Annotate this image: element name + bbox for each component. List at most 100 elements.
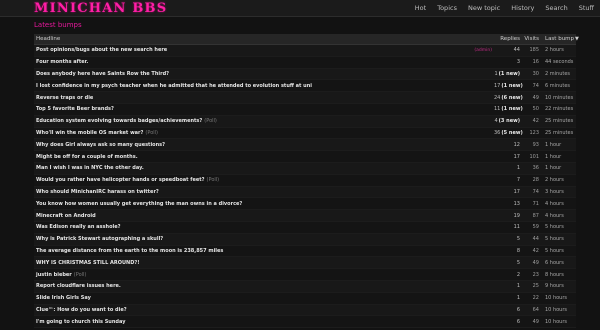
replies-cell: 17(1 new) bbox=[494, 83, 523, 89]
topic-link[interactable]: Four months after. bbox=[36, 59, 88, 65]
replies-cell: 1 bbox=[494, 165, 523, 171]
topic-link[interactable]: I lost confidence in my psych teacher wh… bbox=[36, 83, 312, 89]
topic-link[interactable]: Report cloudflare issues here. bbox=[36, 283, 121, 289]
visits-cell: 87 bbox=[532, 212, 539, 219]
col-last-bump[interactable]: Last bump▼ bbox=[541, 36, 579, 42]
replies-cell: 8 bbox=[494, 248, 523, 254]
site-logo[interactable]: MINICHAN BBS bbox=[34, 0, 167, 17]
replies-cell: 24(6 new) bbox=[494, 95, 523, 101]
visits-cell: 25 bbox=[532, 283, 539, 290]
nav-hot[interactable]: Hot bbox=[415, 0, 426, 17]
topic-link[interactable]: Slide Irish Girls Say bbox=[36, 295, 91, 301]
replies-cell: 4(3 new) bbox=[494, 118, 523, 124]
topic-link[interactable]: Who'll win the mobile OS market war? bbox=[36, 130, 143, 136]
visits-cell: 71 bbox=[532, 200, 539, 207]
visits-cell: 59 bbox=[532, 224, 539, 231]
topic-link[interactable]: I'm going to church this Sunday bbox=[36, 319, 126, 325]
visits-cell: 23 bbox=[532, 271, 539, 278]
table-row: Was Edison really an asshole? 11 59 5 hours bbox=[34, 221, 576, 234]
topic-link[interactable]: Would you rather have helicopter hands o… bbox=[36, 177, 205, 183]
replies-cell: 12 bbox=[494, 142, 523, 148]
topic-link[interactable]: You know how women usually get everythin… bbox=[36, 201, 242, 207]
col-last-bump-label: Last bump bbox=[545, 36, 575, 42]
topic-cell: Would you rather have helicopter hands o… bbox=[34, 177, 494, 183]
replies-cell: 17 bbox=[494, 154, 523, 160]
topic-link[interactable]: Why is Patrick Stewart autographing a sk… bbox=[36, 236, 163, 242]
last-bump-cell: 9 hours bbox=[545, 283, 564, 290]
topic-link[interactable]: Post opinions/bugs about the new search … bbox=[36, 47, 167, 53]
last-bump-cell: 10 hours bbox=[545, 318, 568, 325]
nav-history[interactable]: History bbox=[511, 0, 534, 17]
replies-count: 5 bbox=[516, 236, 520, 243]
topic-link[interactable]: Does anybody here have Saints Row the Th… bbox=[36, 71, 169, 77]
replies-count: 4 bbox=[494, 118, 498, 125]
new-replies-badge[interactable]: (1 new) bbox=[501, 83, 522, 89]
topic-link[interactable]: WHY IS CHRISTMAS STILL AROUND?! bbox=[36, 260, 140, 266]
table-row: Education system evolving towards badges… bbox=[34, 115, 576, 128]
nav-topics[interactable]: Topics bbox=[437, 0, 457, 17]
table-row: Why is Patrick Stewart autographing a sk… bbox=[34, 233, 576, 246]
topic-cell: I'm going to church this Sunday bbox=[34, 319, 494, 325]
table-row: Clue™: How do you want to die? 6 64 10 hour… bbox=[34, 304, 576, 317]
table-row: Who should MinichanIRC harass on twitter… bbox=[34, 186, 576, 199]
replies-cell: 11(1 new) bbox=[494, 106, 523, 112]
last-bump-cell: 25 minutes bbox=[545, 118, 574, 125]
table-row: Why does Girl always ask so many questio… bbox=[34, 139, 576, 152]
replies-cell: 3 bbox=[494, 59, 523, 65]
topic-cell: Why does Girl always ask so many questio… bbox=[34, 142, 494, 148]
replies-cell: 36(5 new) bbox=[494, 130, 523, 136]
replies-count: 24 bbox=[494, 94, 501, 101]
poll-tag: (Poll) bbox=[206, 177, 220, 184]
replies-count: 6 bbox=[516, 318, 520, 325]
new-replies-badge[interactable]: (5 new) bbox=[501, 130, 522, 136]
new-replies-badge[interactable]: (6 new) bbox=[501, 95, 522, 101]
replies-count: 1 bbox=[516, 283, 520, 290]
replies-count: 11 bbox=[513, 224, 520, 231]
replies-count: 8 bbox=[516, 247, 520, 254]
last-bump-cell: 1 hour bbox=[545, 165, 562, 172]
nav-new-topic[interactable]: New topic bbox=[468, 0, 500, 17]
nav-search[interactable]: Search bbox=[545, 0, 567, 17]
visits-cell: 22 bbox=[532, 295, 539, 302]
last-bump-cell: 1 hour bbox=[545, 141, 562, 148]
visits-cell: 49 bbox=[532, 259, 539, 266]
replies-count: 1 bbox=[494, 70, 498, 77]
col-replies[interactable]: Replies bbox=[494, 36, 523, 42]
nav-stuff[interactable]: Stuff bbox=[579, 0, 594, 17]
new-replies-badge[interactable]: (1 new) bbox=[499, 71, 520, 77]
table-row: Report cloudflare issues here. 1 25 9 hours bbox=[34, 280, 576, 293]
topic-link[interactable]: Might be off for a couple of months. bbox=[36, 154, 138, 160]
topic-cell: WHY IS CHRISTMAS STILL AROUND?! bbox=[34, 260, 494, 266]
topic-link[interactable]: Was Edison really an asshole? bbox=[36, 224, 121, 230]
topic-link[interactable]: Top 5 favorite Beer brands? bbox=[36, 106, 114, 112]
last-bump-cell: 2 hours bbox=[545, 177, 564, 184]
topic-link[interactable]: Clue™: How do you want to die? bbox=[36, 307, 127, 313]
replies-count: 1 bbox=[516, 295, 520, 302]
table-row: Reverse traps or die 24(6 new) 49 10 minute… bbox=[34, 92, 576, 104]
last-bump-cell: 1 hour bbox=[545, 153, 562, 160]
topic-link[interactable]: The average distance from the earth to t… bbox=[36, 248, 223, 254]
topic-link[interactable]: Reverse traps or die bbox=[36, 95, 93, 101]
topic-link[interactable]: Minecraft on Android bbox=[36, 213, 96, 219]
visits-cell: 30 bbox=[532, 70, 539, 77]
topic-link[interactable]: Man I wish I was in NYC the other day. bbox=[36, 165, 144, 171]
new-replies-badge[interactable]: (1 new) bbox=[501, 106, 522, 112]
col-visits[interactable]: Visits bbox=[523, 36, 541, 42]
topic-cell: Slide Irish Girls Say bbox=[34, 295, 494, 301]
topic-link[interactable]: justin bieber bbox=[36, 272, 72, 278]
table-row: WHY IS CHRISTMAS STILL AROUND?! 5 49 6 hour… bbox=[34, 257, 576, 270]
topic-cell: I lost confidence in my psych teacher wh… bbox=[34, 83, 494, 89]
new-replies-badge[interactable]: (3 new) bbox=[499, 118, 520, 124]
topic-link[interactable]: Why does Girl always ask so many questio… bbox=[36, 142, 165, 148]
visits-cell: 28 bbox=[532, 177, 539, 184]
visits-cell: 42 bbox=[532, 247, 539, 254]
last-bump-cell: 3 hours bbox=[545, 188, 564, 195]
topic-link[interactable]: Education system evolving towards badges… bbox=[36, 118, 202, 124]
topic-link[interactable]: Who should MinichanIRC harass on twitter… bbox=[36, 189, 159, 195]
visits-cell: 42 bbox=[532, 118, 539, 125]
replies-cell: 19 bbox=[494, 213, 523, 219]
visits-cell: 49 bbox=[532, 94, 539, 101]
topic-cell: Minecraft on Android bbox=[34, 213, 494, 219]
last-bump-cell: 10 hours bbox=[545, 295, 568, 302]
topic-cell: Was Edison really an asshole? bbox=[34, 224, 494, 230]
